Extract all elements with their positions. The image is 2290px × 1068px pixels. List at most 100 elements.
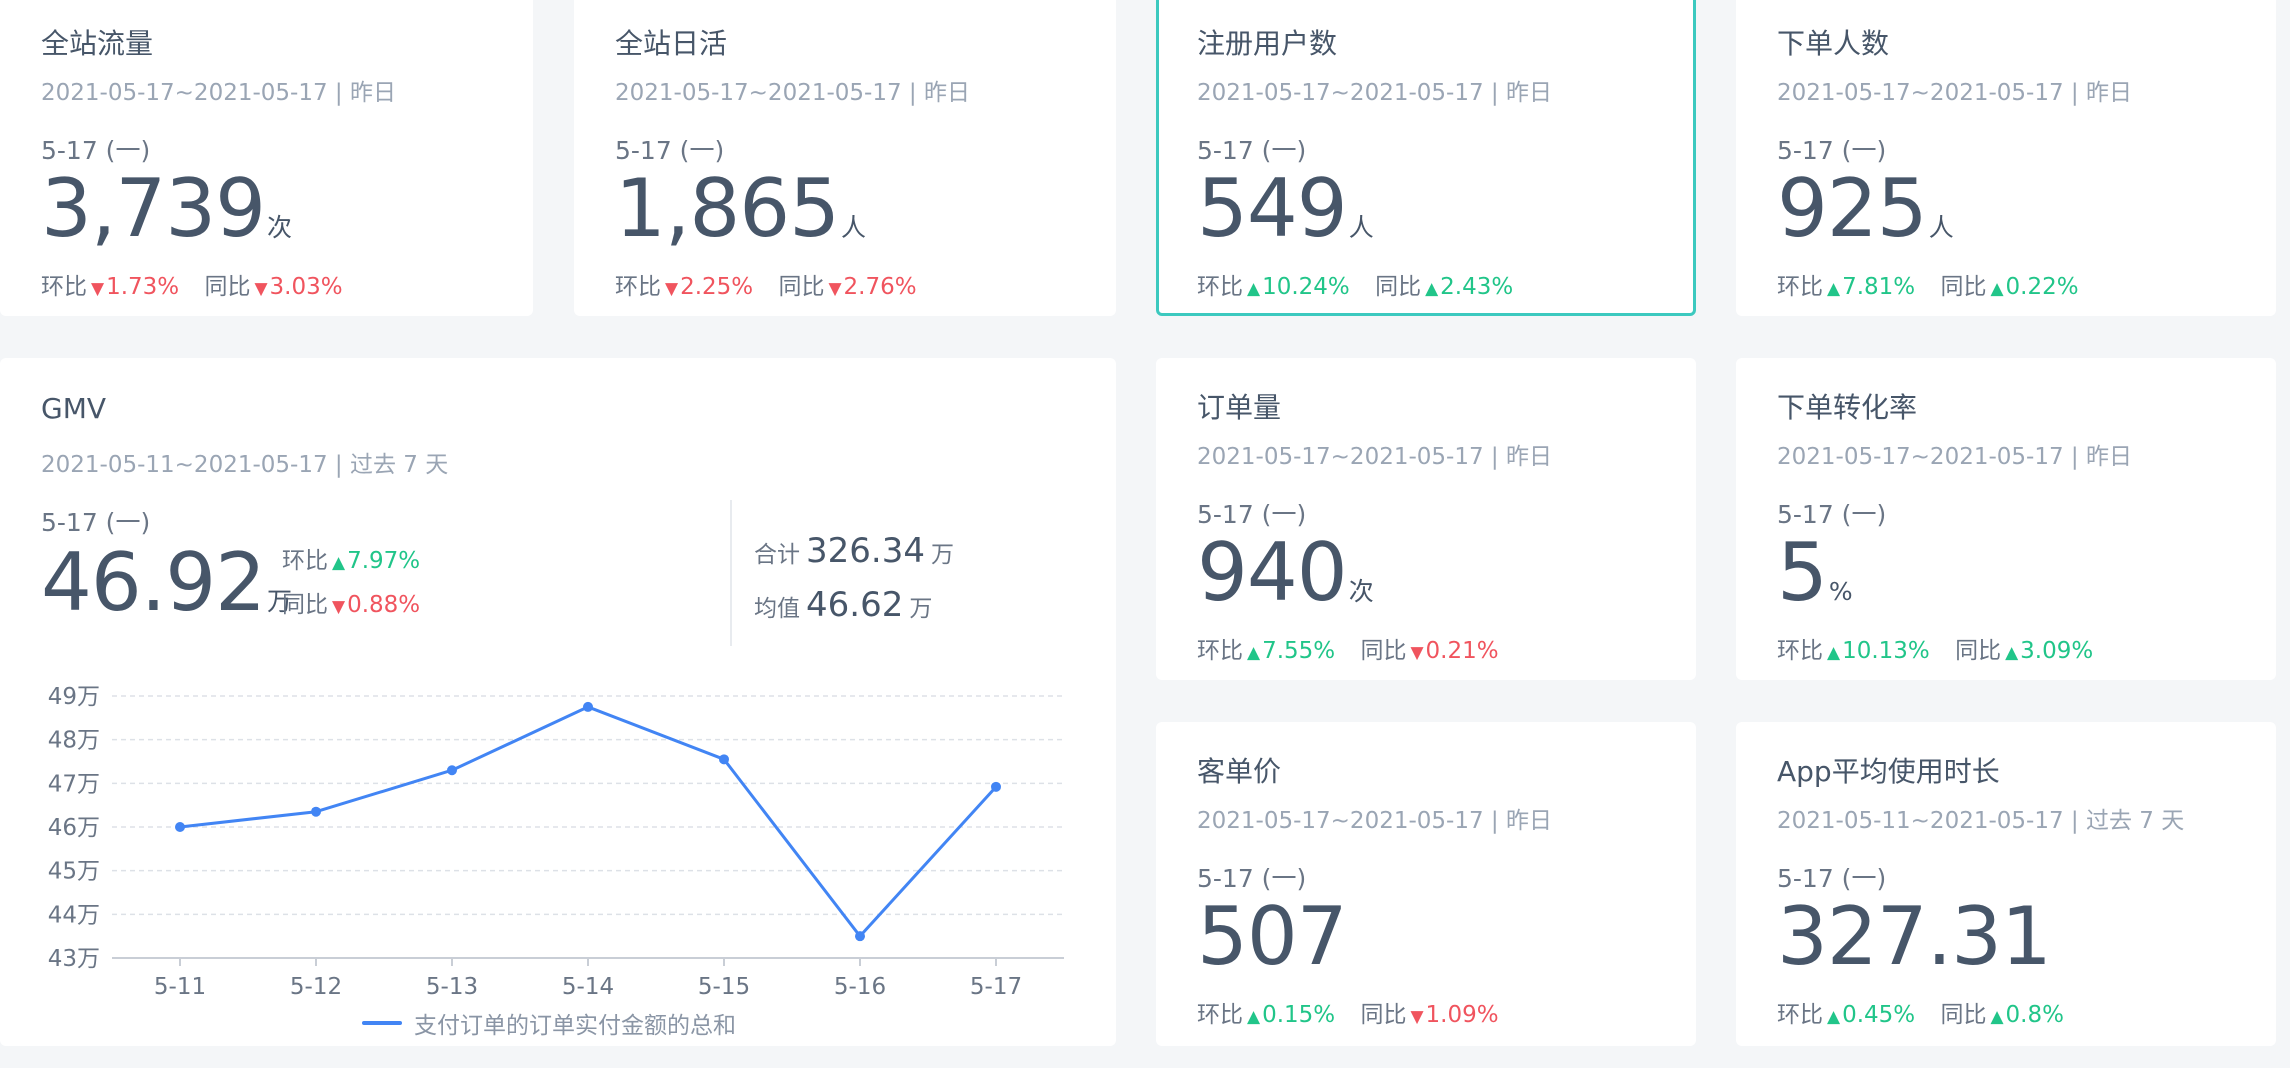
data-point	[719, 754, 729, 765]
card-compare: 环比 ▼2.25% 同比 ▼2.76%	[615, 267, 935, 301]
y-tick-label: 43万	[48, 946, 100, 972]
mom-compare: 环比 ▼1.73%	[41, 274, 180, 300]
card-title: 客单价	[1197, 755, 1282, 788]
legend-line-swatch	[362, 1021, 402, 1025]
mom-compare: 环比 ▲10.13%	[1777, 638, 1930, 664]
y-tick-label: 47万	[48, 771, 100, 797]
mom-compare: 环比 ▲7.97%	[282, 548, 421, 574]
card-title: 全站日活	[615, 27, 728, 60]
y-tick-label: 48万	[48, 728, 100, 754]
card-compare: 环比 ▲10.13% 同比 ▲3.09%	[1777, 631, 2111, 665]
card-value: 925人	[1777, 162, 1954, 255]
data-point	[855, 931, 865, 942]
gmv-average: 均值 46.62 万	[754, 585, 933, 625]
gmv-chart-svg: 49万 48万 47万 46万 45万 44万 43万 5-11 5-12 5-13 5-14 5-1…	[48, 684, 1064, 1000]
mom-compare: 环比 ▲7.55%	[1197, 638, 1336, 664]
yoy-compare: 同比 ▼1.09%	[1360, 1002, 1499, 1028]
x-tick-label: 5-12	[290, 974, 342, 1000]
up-triangle-icon: ▲	[1827, 279, 1841, 299]
x-tick-label: 5-16	[834, 974, 886, 1000]
legend-label: 支付订单的订单实付金额的总和	[414, 1013, 736, 1039]
metric-card-dau[interactable]: 全站日活 2021-05-17~2021-05-17 | 昨日 5-17 (一)…	[574, 0, 1116, 316]
card-compare: 环比 ▲7.81% 同比 ▲0.22%	[1777, 267, 2097, 301]
data-point	[447, 765, 457, 776]
yoy-compare: 同比 ▼0.21%	[1360, 638, 1499, 664]
card-value: 327.31	[1777, 890, 2052, 983]
yoy-compare: 同比 ▼3.03%	[204, 274, 343, 300]
gmv-line-chart: 49万 48万 47万 46万 45万 44万 43万 5-11 5-12 5-13 5-14 5-1…	[0, 668, 1118, 1048]
card-title: 下单人数	[1777, 27, 1890, 60]
card-compare: 环比 ▲7.55% 同比 ▼0.21%	[1197, 631, 1517, 665]
up-triangle-icon: ▲	[1425, 279, 1439, 299]
card-value: 940次	[1197, 526, 1374, 619]
card-value: 5%	[1777, 526, 1853, 619]
card-date-range: 2021-05-17~2021-05-17 | 昨日	[1777, 80, 2132, 106]
down-triangle-icon: ▼	[665, 279, 679, 299]
card-title: App平均使用时长	[1777, 755, 2000, 788]
card-value: 549人	[1197, 162, 1374, 255]
yoy-compare: 同比 ▼2.76%	[778, 274, 917, 300]
card-date-range: 2021-05-17~2021-05-17 | 昨日	[1197, 808, 1552, 834]
card-compare: 环比 ▲10.24% 同比 ▲2.43%	[1197, 267, 1531, 301]
metric-card-app-usage-duration[interactable]: App平均使用时长 2021-05-11~2021-05-17 | 过去 7 天…	[1736, 722, 2276, 1046]
up-triangle-icon: ▲	[1827, 1007, 1841, 1027]
card-date-range: 2021-05-11~2021-05-17 | 过去 7 天	[1777, 808, 2185, 834]
gmv-summary: 合计 326.34 万 均值 46.62 万	[754, 526, 954, 634]
card-title: GMV	[41, 392, 107, 425]
mom-compare: 环比 ▲10.24%	[1197, 274, 1350, 300]
chart-legend[interactable]: 支付订单的订单实付金额的总和	[362, 1006, 736, 1040]
yoy-compare: 同比 ▲0.8%	[1940, 1002, 2064, 1028]
mom-compare: 环比 ▲0.45%	[1777, 1002, 1916, 1028]
down-triangle-icon: ▼	[1410, 643, 1424, 663]
y-tick-label: 49万	[48, 684, 100, 710]
card-date-range: 2021-05-17~2021-05-17 | 昨日	[1777, 444, 2132, 470]
gmv-compare: 环比 ▲7.97% 同比 ▼0.88%	[282, 540, 438, 628]
card-value: 507	[1197, 890, 1348, 983]
metric-card-traffic[interactable]: 全站流量 2021-05-17~2021-05-17 | 昨日 5-17 (一)…	[0, 0, 533, 316]
mom-compare: 环比 ▲7.81%	[1777, 274, 1916, 300]
metric-card-avg-order-value[interactable]: 客单价 2021-05-17~2021-05-17 | 昨日 5-17 (一) …	[1156, 722, 1696, 1046]
down-triangle-icon: ▼	[91, 279, 105, 299]
card-compare: 环比 ▼1.73% 同比 ▼3.03%	[41, 267, 361, 301]
up-triangle-icon: ▲	[1247, 643, 1261, 663]
card-date-range: 2021-05-17~2021-05-17 | 昨日	[615, 80, 970, 106]
divider	[730, 500, 732, 646]
yoy-compare: 同比 ▼0.88%	[282, 592, 421, 618]
card-title: 下单转化率	[1777, 391, 1918, 424]
up-triangle-icon: ▲	[332, 553, 346, 573]
yoy-compare: 同比 ▲0.22%	[1940, 274, 2079, 300]
mom-compare: 环比 ▲0.15%	[1197, 1002, 1336, 1028]
up-triangle-icon: ▲	[1990, 279, 2004, 299]
x-tick-label: 5-13	[426, 974, 478, 1000]
down-triangle-icon: ▼	[828, 279, 842, 299]
mom-compare: 环比 ▼2.25%	[615, 274, 754, 300]
card-compare: 环比 ▲0.15% 同比 ▼1.09%	[1197, 995, 1517, 1029]
y-tick-label: 44万	[48, 902, 100, 928]
card-title: 全站流量	[41, 27, 154, 60]
up-triangle-icon: ▲	[1247, 279, 1261, 299]
card-title: 订单量	[1197, 391, 1282, 424]
card-value: 46.92万	[41, 536, 293, 629]
metric-card-registered-users[interactable]: 注册用户数 2021-05-17~2021-05-17 | 昨日 5-17 (一…	[1156, 0, 1696, 316]
metric-card-orders[interactable]: 订单量 2021-05-17~2021-05-17 | 昨日 5-17 (一) …	[1156, 358, 1696, 680]
card-date-range: 2021-05-11~2021-05-17 | 过去 7 天	[41, 452, 449, 478]
card-date-range: 2021-05-17~2021-05-17 | 昨日	[1197, 80, 1552, 106]
down-triangle-icon: ▼	[254, 279, 268, 299]
y-tick-label: 45万	[48, 859, 100, 885]
up-triangle-icon: ▲	[1990, 1007, 2004, 1027]
card-compare: 环比 ▲0.45% 同比 ▲0.8%	[1777, 995, 2082, 1029]
x-tick-label: 5-11	[154, 974, 206, 1000]
card-date: 5-17 (一)	[41, 508, 151, 537]
down-triangle-icon: ▼	[332, 597, 346, 617]
card-value: 3,739次	[41, 162, 293, 255]
down-triangle-icon: ▼	[1410, 1007, 1424, 1027]
data-point	[583, 701, 593, 712]
metric-card-order-users[interactable]: 下单人数 2021-05-17~2021-05-17 | 昨日 5-17 (一)…	[1736, 0, 2276, 316]
yoy-compare: 同比 ▲3.09%	[1955, 638, 2094, 664]
metric-card-conversion-rate[interactable]: 下单转化率 2021-05-17~2021-05-17 | 昨日 5-17 (一…	[1736, 358, 2276, 680]
series-line	[179, 705, 998, 938]
data-point	[311, 806, 321, 817]
x-tick-label: 5-17	[970, 974, 1022, 1000]
x-tick-label: 5-14	[562, 974, 614, 1000]
card-title: 注册用户数	[1197, 27, 1338, 60]
